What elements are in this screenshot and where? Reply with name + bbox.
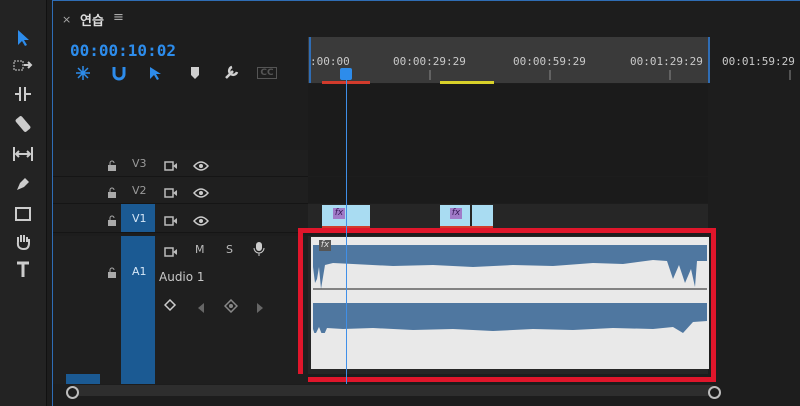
slip-icon[interactable] — [0, 140, 46, 168]
ruler-label: 00:00:59:29 — [513, 55, 586, 68]
eye-icon[interactable] — [193, 157, 209, 171]
track-v2-area[interactable] — [308, 177, 708, 203]
track-name-v3: V3 — [132, 157, 147, 170]
solo-button[interactable]: S — [226, 243, 233, 256]
pen-icon[interactable] — [0, 170, 46, 198]
rectangle-icon[interactable] — [0, 200, 46, 228]
sync-lock-icon[interactable] — [164, 212, 178, 226]
cc-icon[interactable]: CC — [256, 64, 278, 82]
video-clip[interactable] — [472, 205, 493, 227]
fx-badge: fx — [450, 208, 462, 219]
keyframe-toggle-icon[interactable] — [163, 298, 178, 312]
timeline-scrollbar[interactable] — [70, 385, 716, 396]
sync-lock-icon[interactable] — [164, 157, 178, 171]
a2-target-toggle[interactable] — [121, 374, 155, 384]
prev-keyframe-icon[interactable] — [196, 299, 210, 313]
eye-icon[interactable] — [193, 184, 209, 198]
linked-selection-icon[interactable] — [145, 64, 167, 82]
scrollbar-right-handle[interactable] — [708, 386, 721, 399]
playhead-timecode[interactable]: 00:00:10:02 — [70, 41, 176, 60]
scrollbar-left-handle[interactable] — [66, 386, 79, 399]
work-area-start-marker[interactable] — [309, 37, 311, 83]
playhead-handle[interactable] — [340, 68, 352, 80]
ruler-ticks — [309, 70, 791, 80]
fx-badge: fx — [333, 208, 345, 219]
sync-lock-icon[interactable] — [164, 243, 178, 257]
lock-icon[interactable] — [106, 184, 120, 198]
cc-label: CC — [257, 67, 277, 79]
tab-close-button[interactable]: × — [62, 13, 71, 26]
highlight-box — [298, 228, 716, 382]
magnet-icon[interactable] — [108, 64, 130, 82]
add-keyframe-icon[interactable] — [223, 298, 239, 314]
tab-title[interactable]: 연습 — [80, 10, 104, 29]
lock-icon[interactable] — [106, 264, 120, 278]
sync-lock-icon[interactable] — [164, 184, 178, 198]
track-header-a1 — [53, 236, 308, 375]
track-v3-area[interactable] — [308, 150, 708, 176]
type-icon[interactable] — [0, 256, 46, 284]
mute-button[interactable]: M — [195, 243, 205, 256]
ruler-label: 00:00:29:29 — [393, 55, 466, 68]
marker-icon[interactable] — [184, 64, 206, 82]
track-header-v2 — [53, 177, 308, 204]
snap-icon[interactable] — [72, 64, 94, 82]
hand-icon[interactable] — [0, 228, 46, 256]
selection-tool-icon[interactable] — [0, 24, 46, 52]
next-keyframe-icon[interactable] — [255, 299, 269, 313]
lock-icon[interactable] — [106, 212, 120, 226]
eye-icon[interactable] — [193, 212, 209, 226]
tab-menu-icon[interactable]: ≡ — [113, 10, 124, 25]
track-header-v1 — [53, 204, 308, 233]
work-area-end-marker[interactable] — [708, 37, 710, 83]
ruler-label: :00:00 — [310, 55, 350, 68]
audio-track-name[interactable]: Audio 1 — [159, 270, 205, 284]
track-name-v2: V2 — [132, 184, 147, 197]
wrench-icon[interactable] — [220, 64, 242, 82]
playhead-line[interactable] — [346, 72, 347, 384]
tools-panel — [0, 0, 47, 406]
track-name-a1: A1 — [132, 265, 147, 278]
lock-icon[interactable] — [106, 157, 120, 171]
a2-source-patch[interactable] — [66, 374, 100, 384]
ruler-label: 00:01:59:29 — [722, 55, 795, 68]
track-header-v3 — [53, 150, 308, 177]
ruler-label: 00:01:29:29 — [630, 55, 703, 68]
microphone-icon[interactable] — [253, 241, 267, 256]
a1-target-toggle[interactable] — [121, 236, 155, 374]
track-name-v1: V1 — [132, 212, 147, 225]
ripple-edit-icon[interactable] — [0, 80, 46, 108]
track-select-icon[interactable] — [0, 52, 46, 80]
razor-icon[interactable] — [0, 110, 46, 138]
timeline-empty-area — [308, 84, 708, 150]
